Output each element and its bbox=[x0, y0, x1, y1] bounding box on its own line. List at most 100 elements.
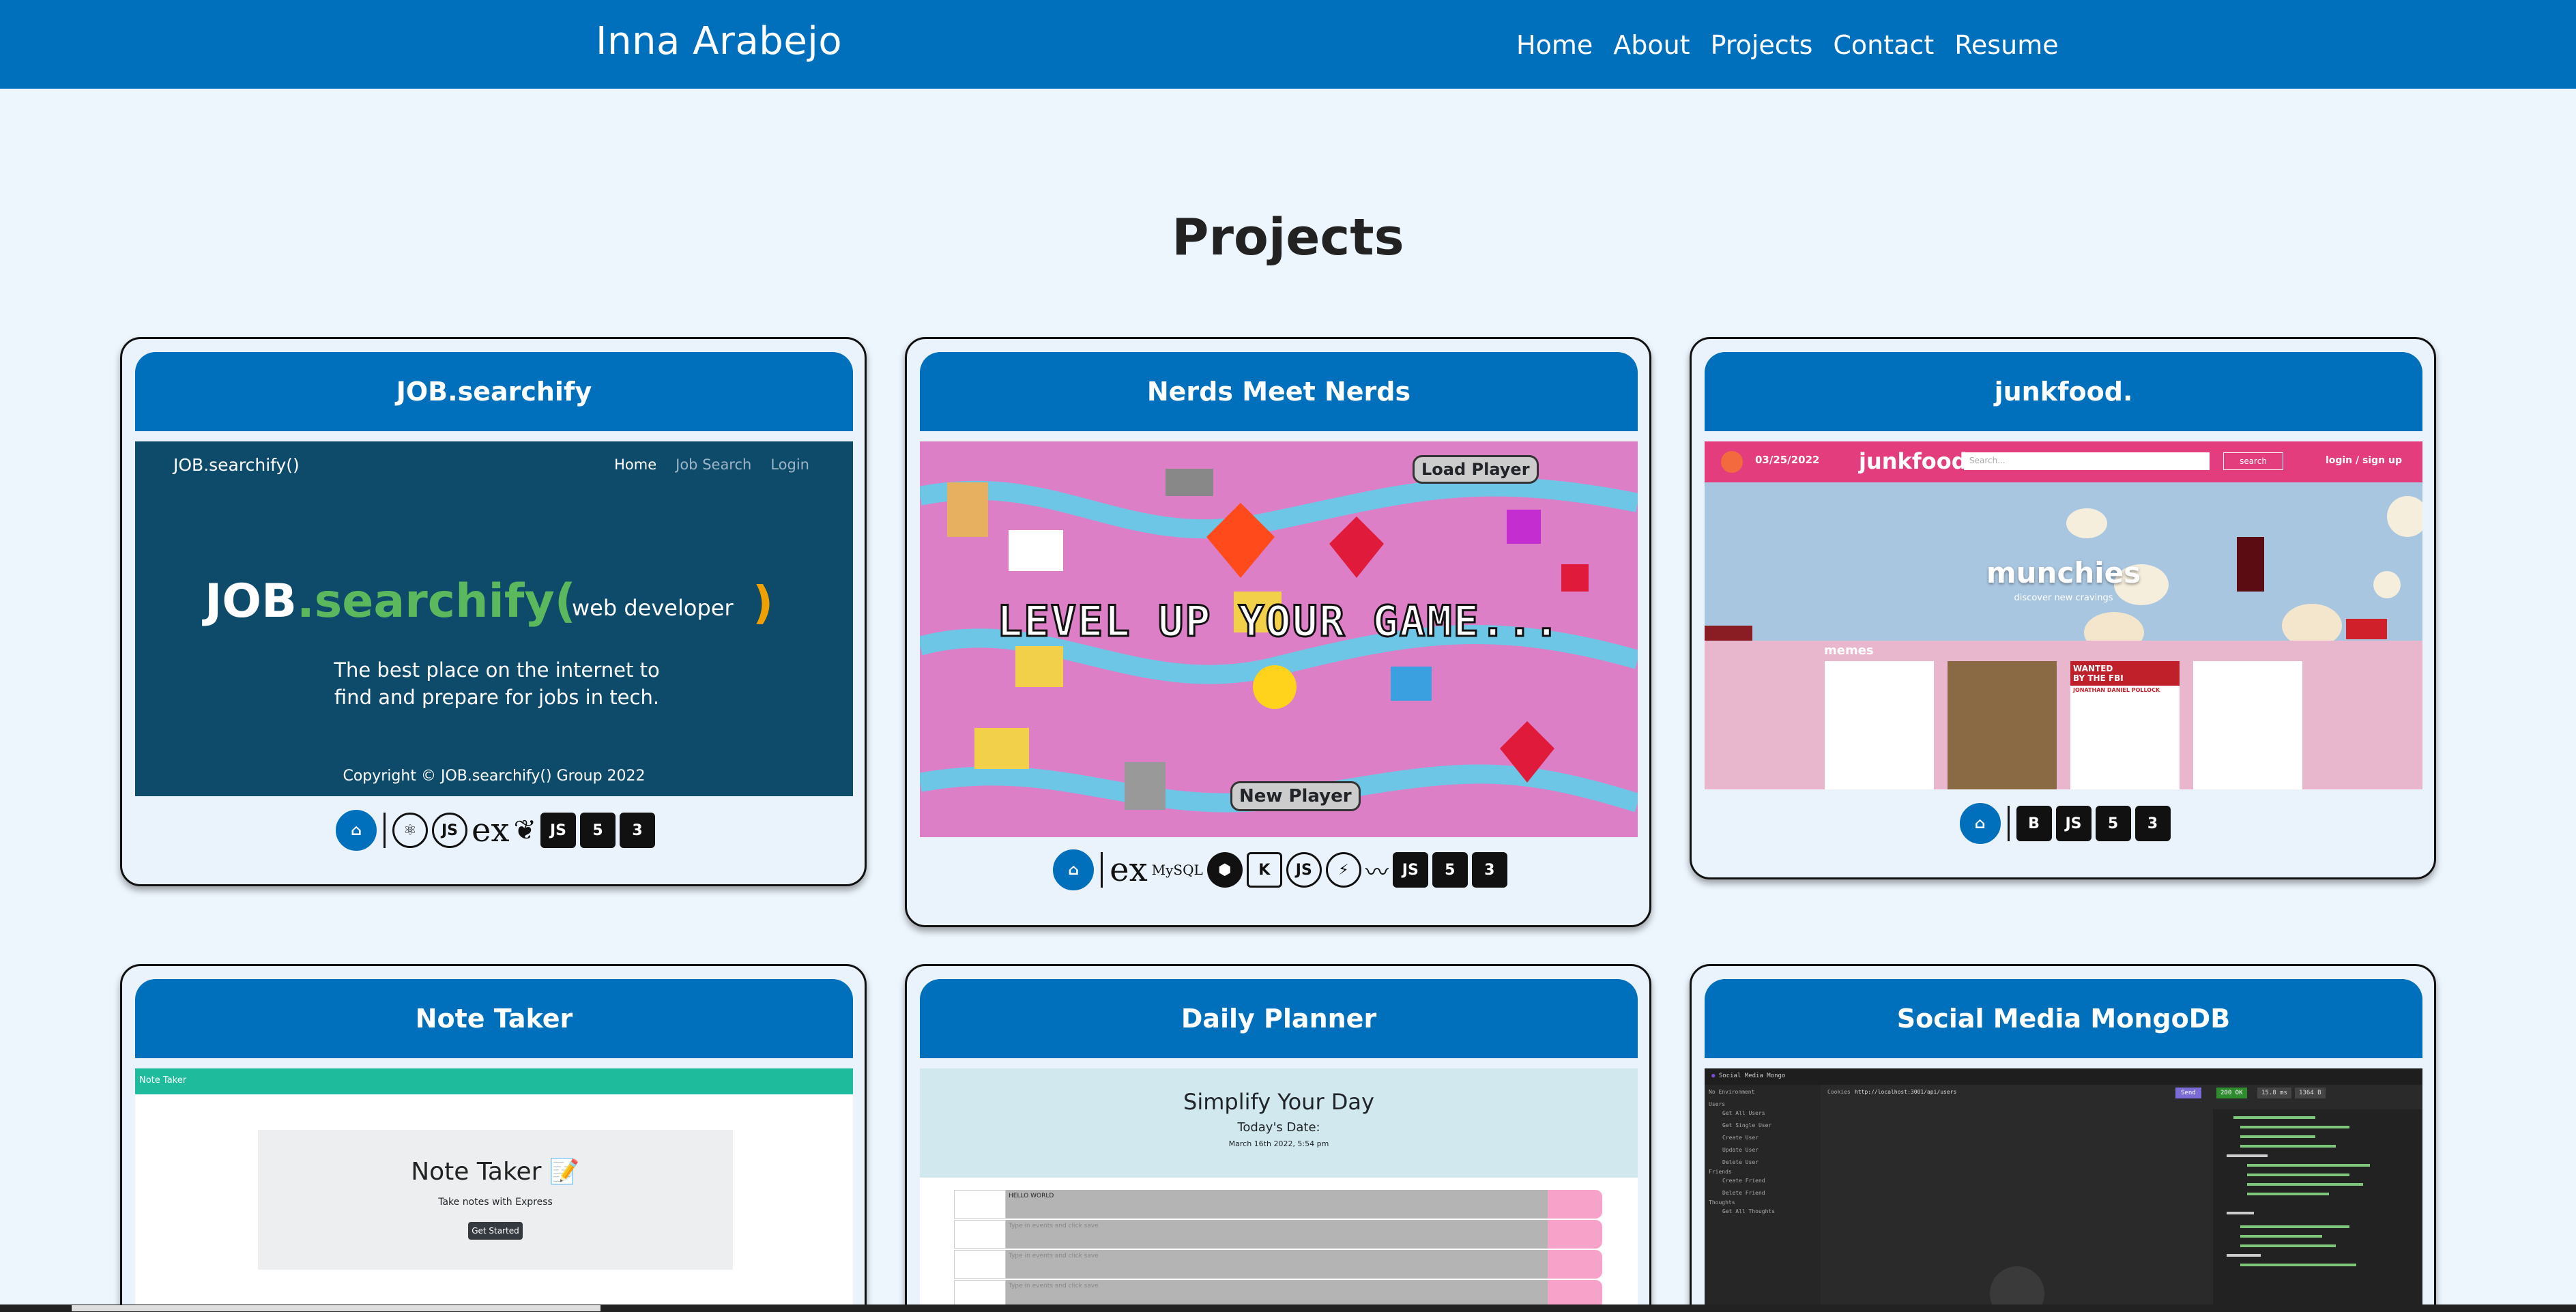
project-screenshot[interactable]: LEVEL UP YOUR GAME... Load Player New Pl… bbox=[920, 441, 1638, 837]
nodejs-icon: JS bbox=[432, 813, 467, 848]
socketio-icon: ⚡ bbox=[1325, 852, 1361, 888]
wanted-name: JONATHAN DANIEL POLLOCK bbox=[2073, 687, 2160, 693]
javascript-icon: JS bbox=[1392, 852, 1428, 888]
shot-date-label: Today's Date: bbox=[1237, 1120, 1320, 1135]
project-card-nerds-meet-nerds: Nerds Meet Nerds LEVEL UP YOUR GAME... L… bbox=[905, 337, 1651, 927]
bootstrap-icon: B bbox=[2016, 806, 2052, 841]
project-title[interactable]: Note Taker bbox=[135, 979, 853, 1058]
javascript-icon: JS bbox=[2055, 806, 2092, 841]
html5-icon: 5 bbox=[580, 813, 616, 848]
project-card-note-taker: Note Taker Note Taker Note Taker 📝 Take … bbox=[120, 964, 867, 1312]
project-title[interactable]: JOB.searchify bbox=[135, 352, 853, 431]
shot-status: 200 OK bbox=[2216, 1088, 2247, 1098]
shot-nav-jobsearch: Job Search bbox=[676, 456, 752, 473]
shot-heading: Simplify Your Day bbox=[1183, 1089, 1374, 1115]
shot-url: http://localhost:3001/api/users bbox=[1855, 1089, 1957, 1095]
project-screenshot[interactable]: ● Social Media Mongo No Environment User… bbox=[1705, 1068, 2422, 1312]
mongodb-icon: ❦ bbox=[513, 815, 536, 846]
shot-sub: Take notes with Express bbox=[438, 1197, 553, 1208]
divider bbox=[1101, 852, 1103, 888]
github-icon[interactable]: ⌂ bbox=[1959, 803, 2001, 844]
shot-size: 1364 B bbox=[2295, 1088, 2326, 1098]
navbar: Inna Arabejo Home About Projects Contact… bbox=[0, 0, 2576, 89]
wanted-banner: WANTED BY THE FBI bbox=[2070, 661, 2180, 686]
tech-icons: ⌂ ex MySQL ⬢ K JS ⚡ 〰 JS 5 3 bbox=[907, 849, 1649, 890]
css3-icon: 3 bbox=[2134, 806, 2171, 841]
shot-time-blocks: HELLO WORLD Type in events and click sav… bbox=[954, 1190, 1602, 1310]
scrollbar-thumb[interactable] bbox=[72, 1305, 600, 1311]
shot-toolbar: ● Social Media Mongo bbox=[1705, 1068, 2422, 1085]
shot-typed: web developer bbox=[572, 595, 734, 621]
shot-event: Type in events and click save bbox=[1006, 1250, 1548, 1279]
mysql-icon: MySQL bbox=[1151, 862, 1203, 878]
meme-card bbox=[1948, 661, 2057, 789]
shot-response-panel bbox=[2213, 1109, 2422, 1312]
nav-link-contact[interactable]: Contact bbox=[1833, 30, 1934, 60]
mustache-icon: 〰 bbox=[1365, 858, 1389, 886]
divider bbox=[383, 813, 386, 848]
nav-link-about[interactable]: About bbox=[1613, 30, 1690, 60]
shot-logo-icon bbox=[1721, 451, 1743, 473]
shot-time: 15.8 ms bbox=[2257, 1088, 2291, 1098]
css3-icon: 3 bbox=[620, 813, 655, 848]
express-icon: ex bbox=[472, 811, 510, 849]
shot-event: Type in events and click save bbox=[1006, 1220, 1548, 1249]
github-icon[interactable]: ⌂ bbox=[336, 810, 377, 851]
shot-search-button: search bbox=[2223, 452, 2283, 470]
shot-headline: LEVEL UP YOUR GAME... bbox=[996, 596, 1561, 647]
shot-jumbotron: Note Taker 📝 Take notes with Express Get… bbox=[258, 1130, 733, 1270]
shot-load-player-button: Load Player bbox=[1413, 455, 1539, 484]
tech-icons: ⌂ B JS 5 3 bbox=[1692, 803, 2434, 844]
project-screenshot[interactable]: 03/25/2022 junkfood. Search... search lo… bbox=[1705, 441, 2422, 789]
shot-tagline: The best place on the internet to find a… bbox=[334, 658, 660, 709]
page-title: Projects bbox=[1172, 208, 1404, 267]
shot-date: March 16th 2022, 5:54 pm bbox=[1228, 1139, 1329, 1148]
project-title[interactable]: junkfood. bbox=[1705, 352, 2422, 431]
nav-link-projects[interactable]: Projects bbox=[1711, 30, 1813, 60]
tech-icons: ⌂ ⚛ JS ex ❦ JS 5 3 bbox=[122, 810, 865, 851]
shot-cookies: Cookies bbox=[1827, 1089, 1851, 1095]
nav-link-home[interactable]: Home bbox=[1516, 30, 1593, 60]
nav-link-resume[interactable]: Resume bbox=[1954, 30, 2058, 60]
shot-nav-home: Home bbox=[614, 456, 657, 473]
shot-search-input: Search... bbox=[1964, 452, 2210, 470]
project-screenshot[interactable]: Simplify Your Day Today's Date: March 16… bbox=[920, 1068, 1638, 1312]
shot-date: 03/25/2022 bbox=[1755, 454, 1820, 466]
shot-header: 03/25/2022 junkfood. Search... search lo… bbox=[1705, 441, 2422, 482]
project-screenshot[interactable]: Note Taker Note Taker 📝 Take notes with … bbox=[135, 1068, 853, 1312]
shot-brand: junkfood. bbox=[1859, 448, 1976, 474]
nav-links: Home About Projects Contact Resume bbox=[1516, 30, 2059, 60]
json-response-lines bbox=[2227, 1116, 2370, 1266]
handlebars-icon: K bbox=[1246, 852, 1282, 888]
javascript-icon: JS bbox=[540, 813, 576, 848]
shot-jumbotron: Simplify Your Day Today's Date: March 16… bbox=[920, 1068, 1638, 1178]
nodejs-icon: JS bbox=[1286, 852, 1322, 888]
shot-navbar: Note Taker bbox=[135, 1068, 853, 1094]
meme-card bbox=[2193, 661, 2302, 789]
shot-memes-section: memes WANTED BY THE FBI JONATHAN DANIEL P… bbox=[1705, 641, 2422, 789]
shot-new-player-button: New Player bbox=[1230, 781, 1361, 811]
shot-event: HELLO WORLD bbox=[1006, 1190, 1548, 1219]
express-icon: ex bbox=[1110, 851, 1148, 889]
github-icon[interactable]: ⌂ bbox=[1053, 849, 1095, 890]
project-title[interactable]: Nerds Meet Nerds bbox=[920, 352, 1638, 431]
project-card-daily-planner: Daily Planner Simplify Your Day Today's … bbox=[905, 964, 1651, 1312]
shot-nav-login: Login bbox=[770, 456, 809, 473]
project-card-social-media-mongodb: Social Media MongoDB ● Social Media Mong… bbox=[1690, 964, 2436, 1312]
project-title[interactable]: Social Media MongoDB bbox=[1705, 979, 2422, 1058]
project-card-jobsearchify: JOB.searchify JOB.searchify() Home Job S… bbox=[120, 337, 867, 886]
brand-name[interactable]: Inna Arabejo bbox=[596, 19, 842, 63]
shot-memes-title: memes bbox=[1824, 643, 1874, 658]
project-title[interactable]: Daily Planner bbox=[920, 979, 1638, 1058]
shot-heading: Note Taker 📝 bbox=[411, 1158, 580, 1186]
project-screenshot[interactable]: JOB.searchify() Home Job Search Login JO… bbox=[135, 441, 853, 796]
meme-card bbox=[1825, 661, 1934, 789]
shot-copyright: Copyright © JOB.searchify() Group 2022 bbox=[343, 768, 646, 785]
shot-sidebar: No Environment Users Get All Users Get Si… bbox=[1705, 1085, 1821, 1312]
project-card-junkfood: junkfood. 03/25/2022 junkfood. Search...… bbox=[1690, 337, 2436, 879]
html5-icon: 5 bbox=[2095, 806, 2131, 841]
html5-icon: 5 bbox=[1432, 852, 1468, 888]
shot-get-started-button: Get Started bbox=[468, 1222, 523, 1240]
shot-send-button: Send bbox=[2175, 1088, 2201, 1098]
divider bbox=[2007, 806, 2010, 841]
